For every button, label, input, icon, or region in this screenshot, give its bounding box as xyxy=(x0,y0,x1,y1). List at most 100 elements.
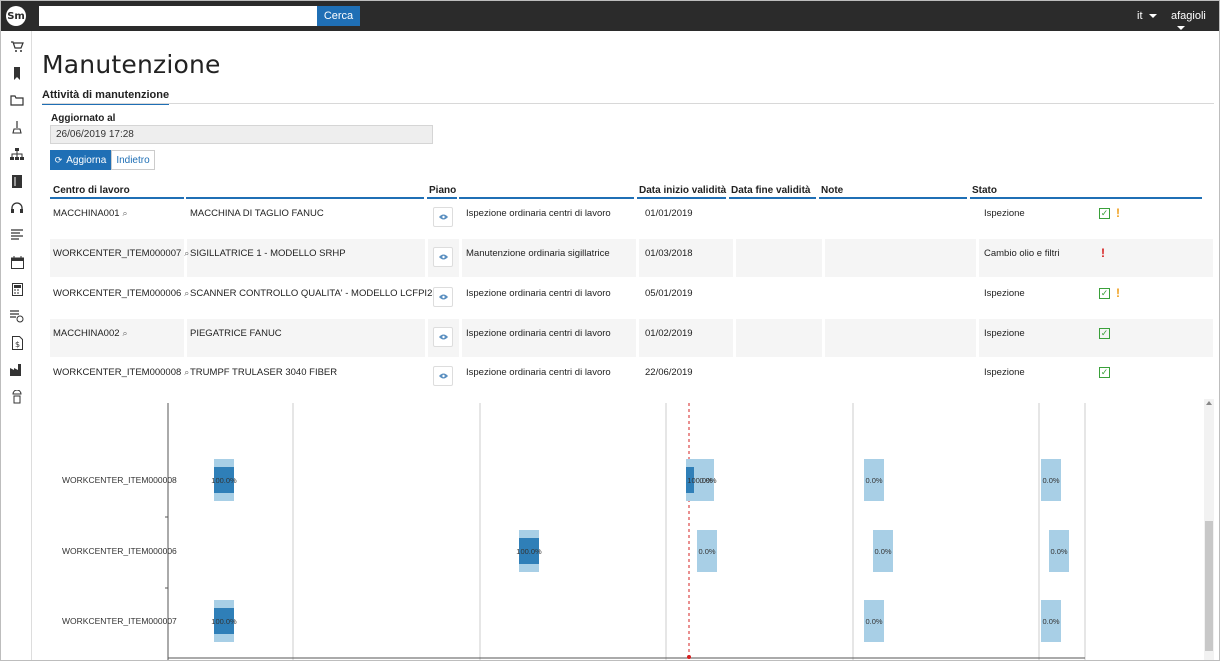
plan-name: Ispezione ordinaria centri di lavoro xyxy=(466,208,611,219)
workcenter-code-cell[interactable]: WORKCENTER_ITEM000008 ⌕ xyxy=(53,367,189,378)
gantt-task-percent: 0.0% xyxy=(1050,547,1067,556)
workcenter-code-cell[interactable]: WORKCENTER_ITEM000007 ⌕ xyxy=(53,248,189,259)
cart-icon[interactable] xyxy=(9,38,25,54)
top-bar: Sm Cerca it afagioli xyxy=(1,1,1219,31)
column-separator xyxy=(184,319,187,357)
header-start-date[interactable]: Data inizio validità xyxy=(639,185,726,196)
table-row[interactable]: WORKCENTER_ITEM000008 ⌕ TRUMPF TRULASER 30… xyxy=(50,358,1213,396)
table-row[interactable]: WORKCENTER_ITEM000006 ⌕ SCANNER CONTROLLO … xyxy=(50,279,1213,317)
scroll-up-arrow-icon[interactable] xyxy=(1206,401,1212,405)
search-icon[interactable]: ⌕ xyxy=(184,367,189,377)
start-date: 22/06/2019 xyxy=(645,367,693,378)
eye-icon xyxy=(438,254,448,260)
broom-icon[interactable] xyxy=(9,119,25,135)
back-button[interactable]: Indietro xyxy=(111,150,155,170)
folder-icon[interactable] xyxy=(9,92,25,108)
column-separator xyxy=(636,199,639,237)
plan-name: Manutenzione ordinaria sigillatrice xyxy=(466,248,610,259)
bookmark-icon[interactable] xyxy=(9,65,25,81)
column-separator xyxy=(636,319,639,357)
column-separator xyxy=(636,358,639,396)
workcenter-code-cell[interactable]: MACCHINA002 ⌕ xyxy=(53,328,128,339)
workcenter-description: PIEGATRICE FANUC xyxy=(190,328,282,339)
gantt-svg: WORKCENTER_ITEM000008 100.0% 100.0% 0.0% 0.0… xyxy=(62,403,1086,660)
column-separator xyxy=(459,199,462,237)
view-plan-button[interactable] xyxy=(433,247,453,267)
view-plan-button[interactable] xyxy=(433,366,453,386)
search-icon[interactable]: ⌕ xyxy=(123,208,128,218)
warning-icon: ! xyxy=(1101,246,1105,260)
header-end-date[interactable]: Data fine validità xyxy=(731,185,810,196)
column-separator xyxy=(976,239,979,277)
document-dollar-icon[interactable]: $ xyxy=(9,335,25,351)
view-plan-button[interactable] xyxy=(433,287,453,307)
column-separator xyxy=(459,358,462,396)
status-text: Ispezione xyxy=(984,328,1025,339)
view-plan-button[interactable] xyxy=(433,207,453,227)
header-center[interactable]: Centro di lavoro xyxy=(53,185,130,196)
column-separator xyxy=(425,199,428,237)
table-row[interactable]: WORKCENTER_ITEM000007 ⌕ SIGILLATRICE 1 - M… xyxy=(50,239,1213,277)
search-icon[interactable]: ⌕ xyxy=(184,248,189,258)
user-dropdown[interactable]: afagioli xyxy=(1171,10,1219,34)
tab-divider xyxy=(42,103,1214,104)
search-icon[interactable]: ⌕ xyxy=(184,288,189,298)
plan-name: Ispezione ordinaria centri di lavoro xyxy=(466,288,611,299)
start-date: 05/01/2019 xyxy=(645,288,693,299)
check-icon: ✓ xyxy=(1099,288,1110,299)
org-chart-icon[interactable] xyxy=(9,146,25,162)
column-separator xyxy=(822,199,825,237)
status-text: Ispezione xyxy=(984,208,1025,219)
column-separator xyxy=(459,279,462,317)
workcenter-description: TRUMPF TRULASER 3040 FIBER xyxy=(190,367,338,378)
app-logo-icon[interactable]: Sm xyxy=(6,6,26,26)
warning-icon: ! xyxy=(1116,286,1120,300)
column-separator xyxy=(822,319,825,357)
table-row[interactable]: MACCHINA002 ⌕ PIEGATRICE FANUC Ispezione or… xyxy=(50,319,1213,357)
workcenter-code: WORKCENTER_ITEM000006 xyxy=(53,288,182,299)
eye-icon xyxy=(438,373,448,379)
gantt-task-percent: 100.0% xyxy=(211,476,237,485)
worker-icon[interactable] xyxy=(9,389,25,405)
list-icon[interactable] xyxy=(9,227,25,243)
list-clock-icon[interactable] xyxy=(9,308,25,324)
search-button[interactable]: Cerca xyxy=(317,6,360,26)
header-status[interactable]: Stato xyxy=(972,185,997,196)
workcenter-code-cell[interactable]: MACCHINA001 ⌕ xyxy=(53,208,128,219)
column-separator xyxy=(976,279,979,317)
eye-icon xyxy=(438,294,448,300)
column-separator xyxy=(733,319,736,357)
header-plan[interactable]: Piano xyxy=(429,185,456,196)
workcenter-code-cell[interactable]: WORKCENTER_ITEM000006 ⌕ xyxy=(53,288,189,299)
gantt-task-percent: 0.0% xyxy=(699,476,716,485)
header-notes[interactable]: Note xyxy=(821,185,843,196)
language-dropdown[interactable]: it xyxy=(1137,10,1157,22)
workcenter-code: MACCHINA002 xyxy=(53,328,120,339)
headset-icon[interactable] xyxy=(9,200,25,216)
refresh-icon: ⟳ xyxy=(54,154,63,165)
column-separator xyxy=(822,239,825,277)
factory-icon[interactable] xyxy=(9,362,25,378)
workcenter-description: SCANNER CONTROLLO QUALITA' - MODELLO LCF… xyxy=(190,288,449,299)
gantt-task-percent: 0.0% xyxy=(1042,476,1059,485)
table-row[interactable]: MACCHINA001 ⌕ MACCHINA DI TAGLIO FANUC Ispe… xyxy=(50,199,1213,237)
search-input[interactable] xyxy=(39,6,317,26)
warning-icon: ! xyxy=(1116,206,1120,220)
workcenter-description: MACCHINA DI TAGLIO FANUC xyxy=(190,208,324,219)
gantt-row-label: WORKCENTER_ITEM000006 xyxy=(62,546,177,556)
book-icon[interactable] xyxy=(9,173,25,189)
calendar-icon[interactable] xyxy=(9,254,25,270)
search-icon[interactable]: ⌕ xyxy=(123,328,128,338)
calculator-icon[interactable] xyxy=(9,281,25,297)
refresh-button[interactable]: ⟳ Aggiorna xyxy=(50,150,111,170)
column-separator xyxy=(425,358,428,396)
svg-text:$: $ xyxy=(15,340,20,349)
sidebar: $ xyxy=(1,31,32,660)
column-separator xyxy=(733,239,736,277)
user-name: afagioli xyxy=(1171,10,1206,22)
workcenter-description: SIGILLATRICE 1 - MODELLO SRHP xyxy=(190,248,346,259)
view-plan-button[interactable] xyxy=(433,327,453,347)
column-separator xyxy=(459,319,462,357)
vertical-scrollbar[interactable] xyxy=(1204,399,1214,660)
scrollbar-thumb[interactable] xyxy=(1205,521,1213,651)
